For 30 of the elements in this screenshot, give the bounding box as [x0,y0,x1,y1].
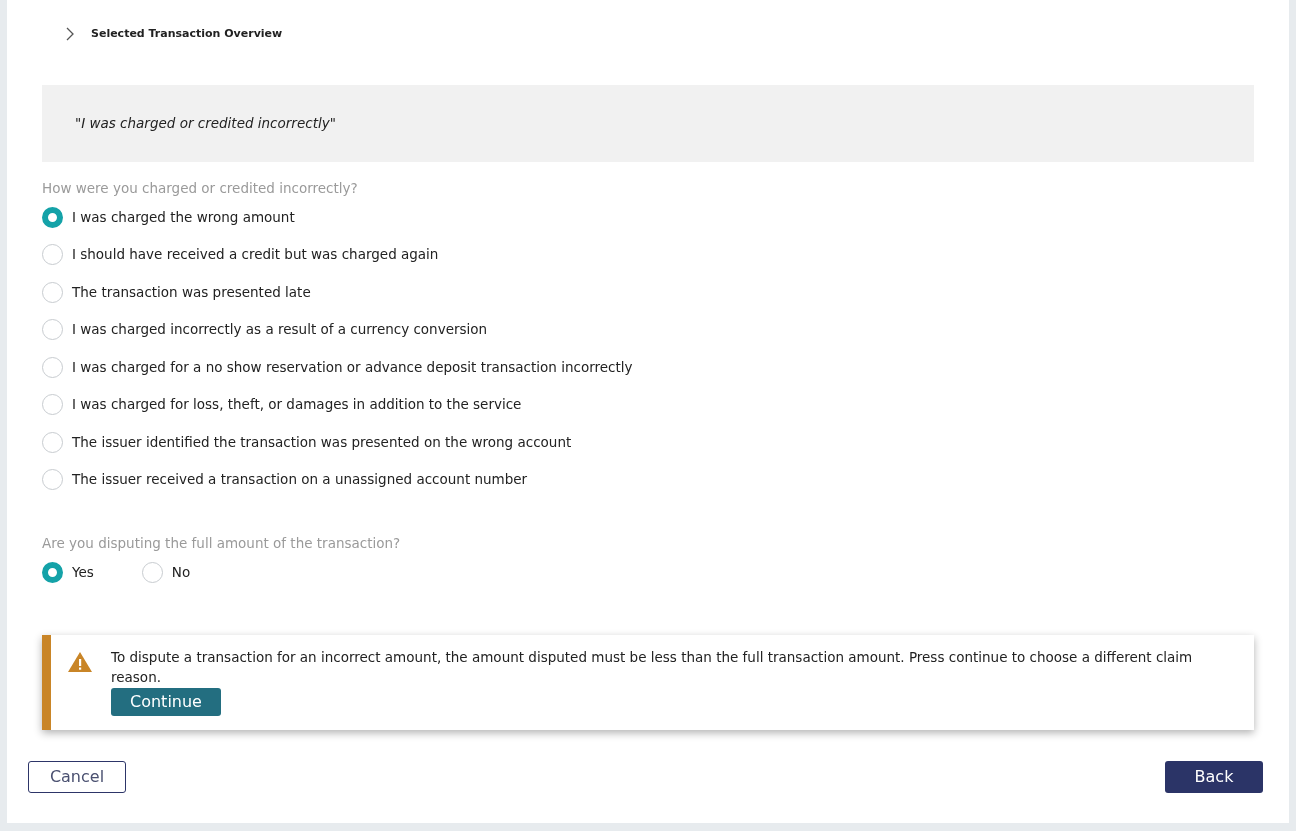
radio-button[interactable] [42,431,63,453]
option-label: I was charged for loss, theft, or damages in addition to the service [72,395,522,415]
warning-icon [67,651,93,673]
option-label: The issuer received a transaction on a unassigned account number [72,470,528,490]
radio-button[interactable] [42,561,63,583]
radio-button[interactable] [42,281,63,303]
option-label: I was charged for a no show reservation or advance deposit transaction incorrectly [72,357,633,377]
radio-button[interactable] [42,206,63,228]
radio-button[interactable] [42,469,63,490]
radio-button[interactable] [42,244,63,265]
question-label: Are you disputing the full amount of the transaction? [42,534,402,554]
section-title[interactable]: Selected Transaction Overview [91,25,283,43]
radio-button[interactable] [42,394,63,415]
chevron-icon[interactable] [65,26,75,42]
cancel-button[interactable]: Cancel [28,761,126,793]
option-label: I was charged incorrectly as a result of a currency conversion [72,320,488,340]
option-label: The transaction was presented late [72,282,311,302]
option-label: No [171,563,191,583]
continue-button[interactable]: Continue [111,687,221,716]
radio-button[interactable] [141,561,163,583]
warning-message: To dispute a transaction for an incorrect amount, the amount disputed must be less than the full transaction amount. Press continue to choose a different claim reason. [111,648,1194,688]
option-label: I was charged the wrong amount [72,207,295,227]
radio-button[interactable] [42,319,63,340]
quote-banner: "I was charged or credited incorrectly" [42,85,1254,162]
option-label: The issuer identified the transaction was presented on the wrong account [72,432,572,452]
radio-button[interactable] [42,356,63,378]
question-label: How were you charged or credited incorrectly? [42,179,359,198]
option-label: Yes [72,563,94,583]
option-label: I should have received a credit but was charged again [72,245,439,265]
back-button[interactable]: Back [1165,761,1263,793]
